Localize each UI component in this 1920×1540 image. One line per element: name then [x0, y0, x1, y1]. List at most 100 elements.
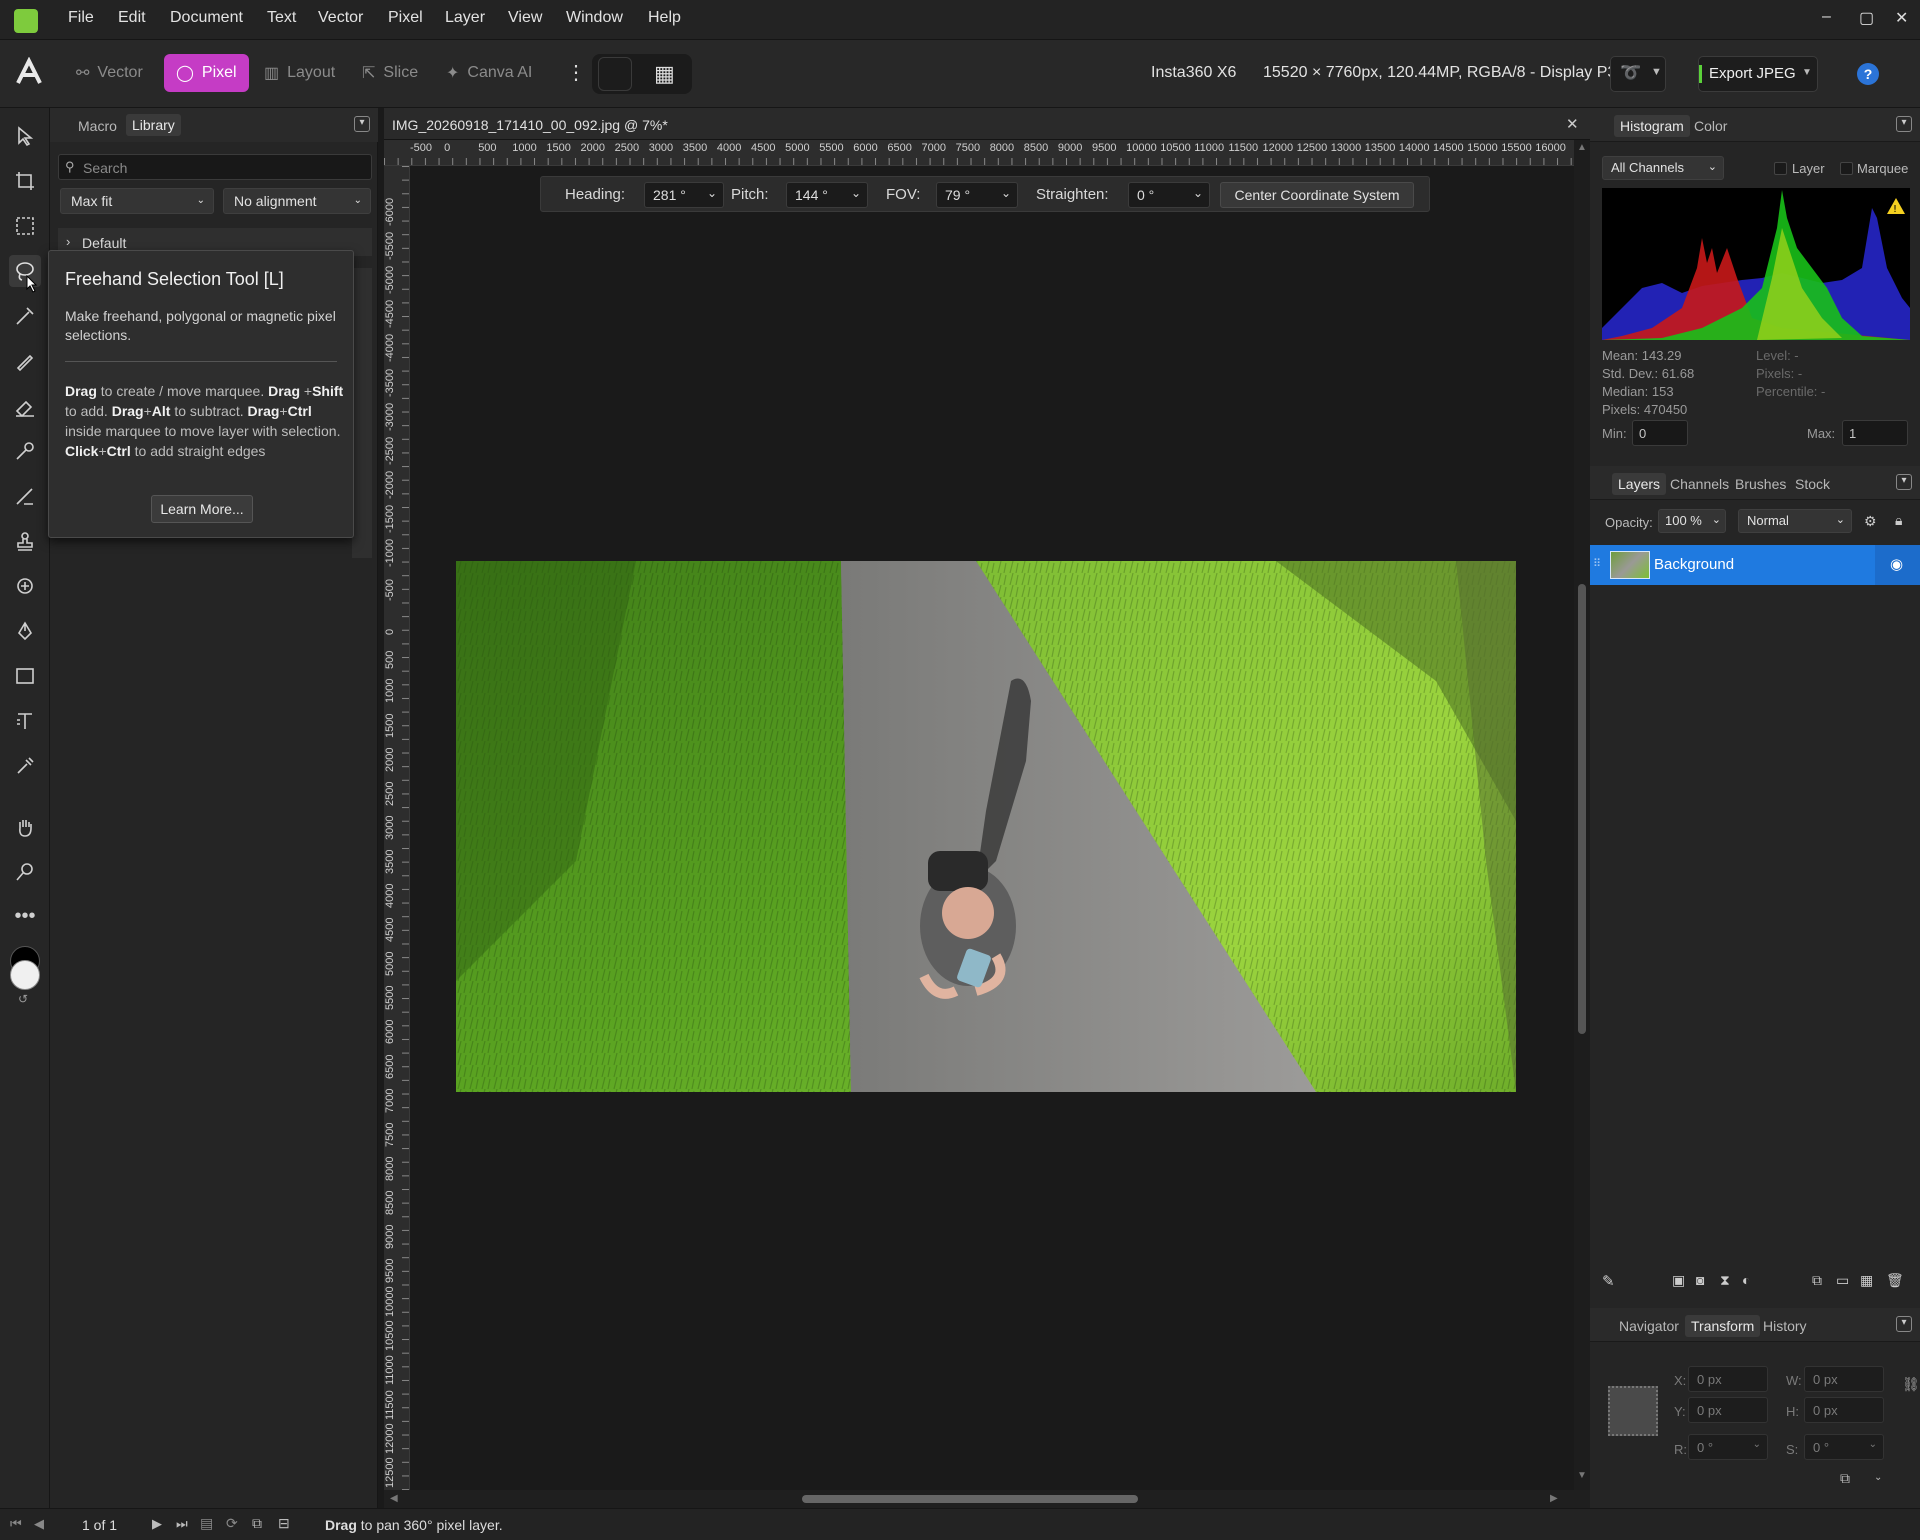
menu-text[interactable]: Text — [267, 9, 296, 27]
duplicate-page-icon[interactable]: ⧉ — [252, 1515, 262, 1532]
tab-stock[interactable]: Stock — [1795, 476, 1830, 492]
group-icon[interactable]: ▭ — [1836, 1272, 1849, 1289]
close-icon[interactable]: ✕ — [1895, 8, 1908, 28]
persona-canva-ai-button[interactable]: ✦ Canva AI — [434, 54, 544, 92]
dodge-brush-icon[interactable] — [9, 435, 41, 467]
persona-slice-button[interactable]: ⇱ Slice — [350, 54, 430, 92]
more-tools-icon[interactable]: ••• — [9, 900, 41, 932]
transform-x-field[interactable]: 0 px — [1688, 1366, 1768, 1392]
tab-history[interactable]: History — [1763, 1318, 1807, 1334]
layer-row-background[interactable]: ⠿ Background ◉ — [1590, 545, 1920, 585]
vertical-scroll-thumb[interactable] — [1578, 584, 1586, 1034]
spread-icon[interactable]: ⟳ — [226, 1515, 238, 1532]
healing-brush-icon[interactable] — [9, 570, 41, 602]
duplicate-icon[interactable]: ⧉ — [1812, 1272, 1822, 1289]
channel-select[interactable]: All Channels ⌄ — [1602, 156, 1724, 180]
horizontal-scroll-thumb[interactable] — [802, 1495, 1138, 1503]
learn-more-button[interactable]: Learn More... — [151, 495, 253, 523]
minimize-icon[interactable]: – — [1822, 8, 1831, 26]
blend-mode-select[interactable]: Normal ⌄ — [1738, 509, 1852, 533]
tab-transform[interactable]: Transform — [1685, 1315, 1761, 1337]
horizontal-scrollbar[interactable]: ◀ ▶ — [384, 1490, 1590, 1508]
pen-tool-icon[interactable] — [9, 615, 41, 647]
next-page-icon[interactable]: ▶ — [152, 1516, 162, 1532]
fov-field[interactable]: 79 ° ⌄ — [936, 182, 1018, 208]
marquee-checkbox[interactable] — [1840, 162, 1853, 175]
paint-brush-icon[interactable] — [9, 345, 41, 377]
straighten-field[interactable]: 0 ° ⌄ — [1128, 182, 1210, 208]
text-tool-icon[interactable] — [9, 705, 41, 737]
flood-select-icon[interactable] — [9, 300, 41, 332]
help-icon[interactable]: ? — [1857, 63, 1879, 85]
panel-menu-icon[interactable]: ▾ — [1896, 1316, 1912, 1332]
pitch-field[interactable]: 144 ° ⌄ — [786, 182, 868, 208]
tab-color[interactable]: Color — [1694, 118, 1727, 134]
smudge-brush-icon[interactable] — [9, 480, 41, 512]
close-document-icon[interactable]: ✕ — [1566, 115, 1579, 133]
scroll-up-icon[interactable]: ▲ — [1577, 142, 1587, 153]
previous-page-icon[interactable]: ◀ — [34, 1516, 44, 1532]
heading-field[interactable]: 281 ° ⌄ — [644, 182, 724, 208]
first-page-icon[interactable]: ⏮ — [10, 1516, 22, 1532]
swap-colors-icon[interactable]: ↺ — [18, 992, 28, 1006]
menu-file[interactable]: File — [68, 9, 94, 27]
tab-library[interactable]: Library — [126, 114, 181, 136]
tab-brushes[interactable]: Brushes — [1735, 476, 1786, 492]
mask-icon[interactable]: ◙ — [1696, 1272, 1704, 1288]
clone-brush-icon[interactable] — [9, 525, 41, 557]
crop-tool-icon[interactable] — [9, 165, 41, 197]
menu-layer[interactable]: Layer — [445, 9, 485, 27]
menu-view[interactable]: View — [508, 9, 542, 27]
scroll-right-icon[interactable]: ▶ — [1550, 1493, 1558, 1504]
min-field[interactable]: 0 — [1632, 420, 1688, 446]
export-jpeg-button[interactable]: Export JPEG ▼ — [1698, 56, 1818, 92]
live-filter-icon[interactable]: ◐ — [1742, 1272, 1750, 1288]
lock-icon[interactable]: 🔒︎ — [1895, 512, 1902, 529]
persona-vector-button[interactable]: ⚯ Vector — [64, 54, 155, 92]
maximize-icon[interactable]: ▢ — [1859, 8, 1874, 28]
menu-vector[interactable]: Vector — [318, 9, 363, 27]
tab-layers[interactable]: Layers — [1612, 473, 1667, 495]
chevron-down-icon[interactable]: ⌄ — [1874, 1472, 1882, 1483]
persona-pixel-button[interactable]: ◯ Pixel — [164, 54, 249, 92]
secondary-color-swatch[interactable] — [10, 960, 40, 990]
library-search-input[interactable]: ⚲ Search — [58, 154, 372, 180]
transform-width-field[interactable]: 0 px — [1804, 1366, 1884, 1392]
center-coordinate-system-button[interactable]: Center Coordinate System — [1220, 182, 1414, 208]
page-icon[interactable]: ▤ — [200, 1515, 213, 1532]
trash-icon[interactable]: 🗑︎ — [1886, 1272, 1904, 1289]
fx-icon[interactable]: ▣ — [1672, 1272, 1685, 1289]
snapping-button[interactable]: ➰ ▼ — [1610, 56, 1666, 92]
transform-y-field[interactable]: 0 px — [1688, 1397, 1768, 1423]
fit-select[interactable]: Max fit ⌄ — [60, 188, 214, 214]
tab-histogram[interactable]: Histogram — [1614, 115, 1690, 137]
menu-edit[interactable]: Edit — [118, 9, 146, 27]
hand-tool-icon[interactable] — [9, 811, 41, 843]
document-image[interactable] — [456, 561, 1516, 1092]
adjustment-icon[interactable]: ⧗ — [1720, 1272, 1730, 1289]
last-page-icon[interactable]: ⏭ — [176, 1516, 188, 1532]
scroll-down-icon[interactable]: ▼ — [1577, 1470, 1587, 1481]
app-logo[interactable] — [14, 9, 38, 33]
add-pixel-layer-icon[interactable]: ▦ — [1860, 1272, 1873, 1289]
layer-settings-icon[interactable]: ⚙ — [1864, 513, 1877, 530]
transform-height-field[interactable]: 0 px — [1804, 1397, 1884, 1423]
tab-channels[interactable]: Channels — [1670, 476, 1729, 492]
move-tool-icon[interactable] — [9, 120, 41, 152]
selection-brush-icon[interactable] — [9, 210, 41, 242]
tab-macro[interactable]: Macro — [78, 118, 117, 134]
panel-menu-icon[interactable]: ▾ — [1896, 116, 1912, 132]
transform-shear-field[interactable]: 0 ° ⌄ — [1804, 1434, 1884, 1460]
color-picker-icon[interactable] — [9, 750, 41, 782]
layer-checkbox[interactable] — [1774, 162, 1787, 175]
tab-navigator[interactable]: Navigator — [1619, 1318, 1679, 1334]
edit-layer-icon[interactable]: ✎ — [1602, 1272, 1615, 1290]
layer-visibility-toggle[interactable]: ◉ — [1875, 545, 1920, 585]
rectangle-tool-icon[interactable] — [9, 660, 41, 692]
transform-rotation-field[interactable]: 0 ° ⌄ — [1688, 1434, 1768, 1460]
view-options-icon[interactable]: ⊟ — [278, 1515, 290, 1532]
grid-icon[interactable]: ▦ — [654, 61, 675, 87]
panel-menu-icon[interactable]: ▾ — [354, 116, 370, 132]
zoom-tool-icon[interactable] — [9, 856, 41, 888]
align-select[interactable]: No alignment ⌄ — [223, 188, 371, 214]
